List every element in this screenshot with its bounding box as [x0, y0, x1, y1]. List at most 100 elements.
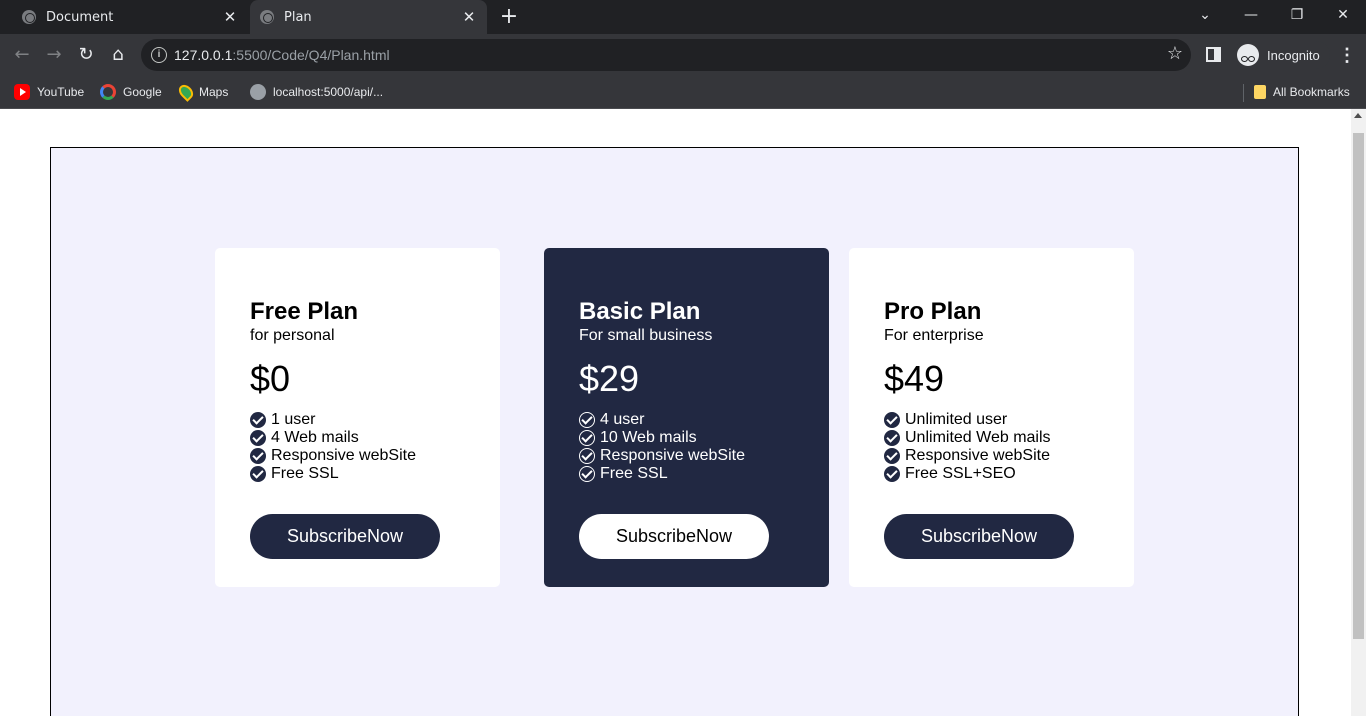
feature-list: 4 user 10 Web mails Responsive webSite F… — [579, 411, 829, 483]
bookmark-label: Maps — [199, 85, 229, 99]
feature-text: Unlimited Web mails — [905, 429, 1051, 446]
feature-text: Responsive webSite — [600, 447, 745, 464]
incognito-badge[interactable]: Incognito — [1233, 41, 1330, 69]
youtube-icon — [14, 84, 30, 100]
scrollbar-thumb[interactable] — [1353, 133, 1364, 639]
check-circle-icon — [579, 466, 595, 482]
feature-list: Unlimited user Unlimited Web mails Respo… — [884, 411, 1134, 483]
url-host: 127.0.0.1 — [174, 47, 233, 63]
close-icon[interactable]: ✕ — [461, 9, 477, 25]
url-path: :5500/Code/Q4/Plan.html — [232, 47, 390, 63]
feature-item: 4 user — [579, 411, 829, 429]
tab-plan[interactable]: Plan ✕ — [250, 0, 487, 34]
plan-card-pro: Pro Plan For enterprise $49 Unlimited us… — [849, 248, 1134, 587]
reload-icon[interactable]: ↻ — [74, 43, 98, 67]
minimize-icon[interactable]: — — [1228, 0, 1274, 34]
feature-text: Unlimited user — [905, 411, 1008, 428]
check-circle-icon — [250, 466, 266, 482]
site-info-icon[interactable]: i — [151, 47, 167, 63]
feature-text: Free SSL — [600, 465, 668, 482]
bookmark-maps[interactable]: Maps — [176, 82, 229, 102]
address-bar[interactable]: i 127.0.0.1:5500/Code/Q4/Plan.html ☆ — [141, 39, 1191, 71]
subscribe-button-basic[interactable]: SubscribeNow — [579, 514, 769, 559]
all-bookmarks-label: All Bookmarks — [1273, 85, 1350, 99]
close-icon[interactable]: ✕ — [222, 9, 238, 25]
plan-card-basic: Basic Plan For small business $29 4 user… — [544, 248, 829, 587]
page-scrollbar[interactable] — [1351, 109, 1366, 716]
tab-title: Plan — [284, 9, 312, 25]
feature-item: Free SSL — [579, 465, 829, 483]
tab-document[interactable]: Document ✕ — [8, 0, 248, 34]
bookmark-localhost[interactable]: localhost:5000/api/... — [250, 82, 383, 102]
feature-text: 10 Web mails — [600, 429, 697, 446]
plan-subtitle: for personal — [250, 327, 335, 344]
feature-item: Unlimited user — [884, 411, 1134, 429]
bookmark-label: YouTube — [37, 85, 85, 99]
feature-text: Free SSL — [271, 465, 339, 482]
globe-icon — [250, 84, 266, 100]
feature-item: 4 Web mails — [250, 429, 500, 447]
check-circle-icon — [579, 430, 595, 446]
check-circle-icon — [579, 412, 595, 428]
feature-item: 1 user — [250, 411, 500, 429]
feature-item: Responsive webSite — [250, 447, 500, 465]
tab-search-icon[interactable]: ⌄ — [1182, 0, 1228, 34]
page-viewport: Free Plan for personal $0 1 user 4 Web m… — [0, 109, 1351, 716]
plan-subtitle: For enterprise — [884, 327, 984, 344]
new-tab-button[interactable]: + — [499, 6, 519, 28]
check-circle-icon — [579, 448, 595, 464]
subscribe-button-free[interactable]: SubscribeNow — [250, 514, 440, 559]
feature-item: Free SSL — [250, 465, 500, 483]
check-circle-icon — [884, 448, 900, 464]
tab-title: Document — [46, 9, 114, 25]
plan-title: Pro Plan — [884, 298, 982, 325]
scroll-up-icon[interactable] — [1354, 113, 1362, 118]
google-icon — [100, 84, 116, 100]
feature-item: Free SSL+SEO — [884, 465, 1134, 483]
bookmark-star-icon[interactable]: ☆ — [1167, 43, 1183, 64]
plan-card-free: Free Plan for personal $0 1 user 4 Web m… — [215, 248, 500, 587]
url-text[interactable]: 127.0.0.1:5500/Code/Q4/Plan.html — [174, 47, 390, 63]
plan-price: $49 — [884, 358, 945, 399]
bookmark-label: Google — [123, 85, 162, 99]
feature-text: Responsive webSite — [271, 447, 416, 464]
globe-icon — [260, 10, 274, 24]
feature-text: Responsive webSite — [905, 447, 1050, 464]
home-icon[interactable]: ⌂ — [106, 43, 130, 67]
feature-text: 1 user — [271, 411, 316, 428]
check-circle-icon — [884, 466, 900, 482]
globe-icon — [22, 10, 36, 24]
check-circle-icon — [884, 430, 900, 446]
subscribe-button-pro[interactable]: SubscribeNow — [884, 514, 1074, 559]
pricing-section: Free Plan for personal $0 1 user 4 Web m… — [50, 147, 1299, 716]
feature-item: 10 Web mails — [579, 429, 829, 447]
all-bookmarks[interactable]: All Bookmarks — [1254, 82, 1350, 102]
folder-icon — [1254, 85, 1266, 99]
feature-text: Free SSL+SEO — [905, 465, 1016, 482]
bookmark-label: localhost:5000/api/... — [273, 85, 384, 99]
back-icon[interactable]: ← — [10, 43, 34, 67]
plan-title: Free Plan — [250, 298, 359, 325]
forward-icon[interactable]: → — [42, 43, 66, 67]
window-close-icon[interactable]: ✕ — [1320, 0, 1366, 34]
maps-icon — [176, 82, 196, 102]
plan-price: $0 — [250, 358, 291, 399]
tab-strip: Document ✕ Plan ✕ + ⌄ — ❐ ✕ — [0, 0, 1366, 34]
check-circle-icon — [884, 412, 900, 428]
plan-price: $29 — [579, 358, 640, 399]
browser-toolbar: ← → ↻ ⌂ i 127.0.0.1:5500/Code/Q4/Plan.ht… — [0, 34, 1366, 76]
menu-icon[interactable]: ⋮ — [1338, 43, 1356, 67]
bookmark-youtube[interactable]: YouTube — [14, 82, 84, 102]
feature-item: Responsive webSite — [884, 447, 1134, 465]
side-panel-icon[interactable] — [1206, 47, 1221, 62]
bookmarks-bar: YouTube Google Maps localhost:5000/api/.… — [0, 76, 1366, 109]
check-circle-icon — [250, 412, 266, 428]
plan-subtitle: For small business — [579, 327, 713, 344]
bookmark-google[interactable]: Google — [100, 82, 162, 102]
bookmarks-divider — [1243, 84, 1244, 102]
feature-text: 4 user — [600, 411, 645, 428]
check-circle-icon — [250, 430, 266, 446]
check-circle-icon — [250, 448, 266, 464]
incognito-icon — [1237, 44, 1259, 66]
restore-icon[interactable]: ❐ — [1274, 0, 1320, 34]
